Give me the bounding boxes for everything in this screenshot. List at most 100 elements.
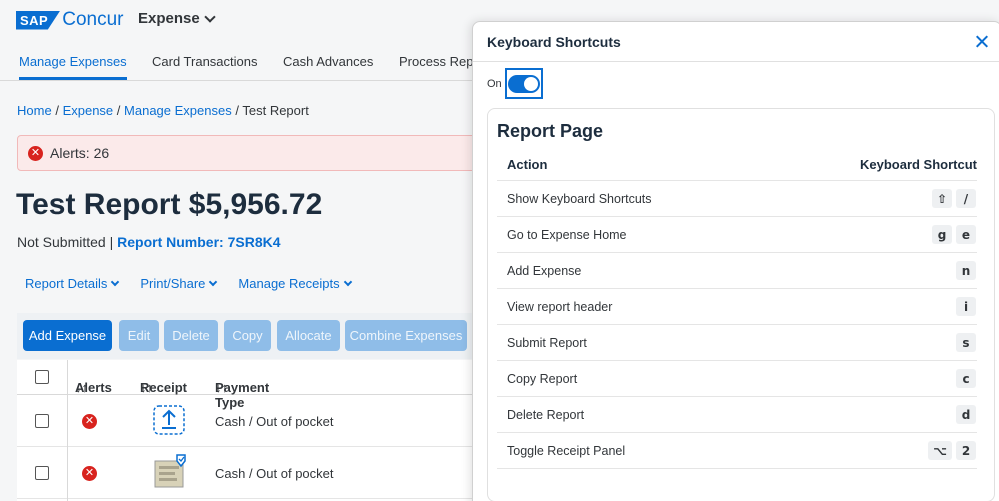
breadcrumb-expense[interactable]: Expense (63, 103, 114, 118)
shortcut-keys: s (956, 333, 976, 352)
shortcut-row: Submit Report s (497, 325, 977, 361)
shortcut-row: Toggle Receipt Panel ⌥ 2 (497, 433, 977, 469)
breadcrumb: Home / Expense / Manage Expenses / Test … (17, 103, 309, 118)
shortcut-key: / (956, 189, 976, 208)
combine-expenses-button[interactable]: Combine Expenses (345, 320, 467, 351)
shortcut-table-header: Action Keyboard Shortcut (497, 155, 977, 181)
table-row[interactable]: ✕ Cash / Out of pocket (17, 447, 487, 499)
shortcut-keys: i (956, 297, 976, 316)
sap-concur-logo[interactable]: SAP Concur (16, 9, 123, 31)
alerts-banner[interactable]: ✕ Alerts: 26 (17, 135, 487, 171)
receipt-thumbnail-icon[interactable] (153, 453, 189, 489)
manage-receipts-menu[interactable]: Manage Receipts (238, 276, 352, 291)
breadcrumb-home[interactable]: Home (17, 103, 52, 118)
nav-manage-expenses[interactable]: Manage Expenses (19, 44, 127, 80)
report-menus: Report Details Print/Share Manage Receip… (25, 276, 352, 291)
shortcut-action: View report header (507, 300, 613, 314)
report-page-panel: Report Page Action Keyboard Shortcut Sho… (487, 108, 995, 501)
alerts-count: Alerts: 26 (50, 145, 110, 161)
chevron-down-icon (209, 277, 218, 287)
allocate-button[interactable]: Allocate (277, 320, 340, 351)
expense-table: Alerts ↓↑ Receipt ↓↑ Payment Type ↓↑ ✕ Cash… (17, 360, 487, 501)
toggle-track (507, 74, 540, 93)
copy-button[interactable]: Copy (224, 320, 271, 351)
edit-button[interactable]: Edit (119, 320, 159, 351)
nav-card-transactions[interactable]: Card Transactions (152, 44, 258, 80)
chevron-down-icon (204, 10, 216, 23)
col-keyboard-shortcut: Keyboard Shortcut (859, 157, 977, 172)
delete-button[interactable]: Delete (164, 320, 218, 351)
breadcrumb-manage-expenses[interactable]: Manage Expenses (124, 103, 232, 118)
shortcut-key: c (956, 369, 976, 388)
shortcut-keys: ⇧ / (931, 189, 976, 208)
shortcut-key: 2 (956, 441, 976, 460)
print-share-label: Print/Share (140, 276, 206, 291)
report-details-menu[interactable]: Report Details (25, 276, 120, 291)
shortcut-row: Show Keyboard Shortcuts ⇧ / (497, 181, 977, 217)
print-share-menu[interactable]: Print/Share (140, 276, 218, 291)
error-icon: ✕ (28, 145, 43, 161)
col-action: Action (507, 157, 548, 172)
logo-sap-text: SAP (16, 10, 61, 30)
section-title: Report Page (497, 121, 604, 141)
nav-process-reports[interactable]: Process Repo (399, 44, 481, 80)
breadcrumb-current: Test Report (242, 103, 309, 118)
shortcut-row: View report header i (497, 289, 977, 325)
breadcrumb-separator: / (235, 103, 239, 118)
payment-type-cell: Cash / Out of pocket (215, 414, 334, 429)
keyboard-shortcuts-dialog: Keyboard Shortcuts On Report Page Action… (472, 21, 999, 501)
row-checkbox[interactable] (35, 466, 49, 480)
chevron-down-icon (343, 277, 352, 287)
shortcut-action: Show Keyboard Shortcuts (507, 192, 652, 206)
error-icon[interactable]: ✕ (82, 466, 97, 481)
shortcut-action: Toggle Receipt Panel (507, 444, 626, 458)
sort-icon: ↓↑ (75, 380, 88, 395)
shortcuts-toggle-group: On (487, 68, 543, 99)
expense-toolbar: Add Expense Edit Delete Copy Allocate Co… (17, 313, 487, 359)
shortcut-keys: d (956, 405, 976, 424)
shortcut-action: Go to Expense Home (507, 228, 627, 242)
sort-icon: ↓↑ (215, 380, 228, 395)
shortcut-action: Delete Report (507, 408, 585, 422)
shortcut-row: Go to Expense Home g e (497, 217, 977, 253)
report-title: Test Report $5,956.72 (16, 188, 323, 221)
report-status: Not Submitted | Report Number: 7SR8K4 (17, 234, 281, 250)
table-row[interactable]: ✕ Cash / Out of pocket (17, 395, 487, 447)
option-key-icon: ⌥ (928, 441, 952, 460)
sort-icon: ↓↑ (140, 380, 153, 395)
module-switcher[interactable]: Expense (138, 10, 216, 27)
close-icon[interactable] (971, 31, 993, 53)
upload-receipt-icon[interactable] (153, 405, 185, 435)
shortcuts-toggle[interactable] (504, 68, 543, 99)
shortcut-action: Submit Report (507, 336, 587, 350)
shortcut-row: Add Expense n (497, 253, 977, 289)
nav-cash-advances[interactable]: Cash Advances (283, 44, 373, 80)
shortcut-key: s (956, 333, 976, 352)
error-icon[interactable]: ✕ (82, 414, 97, 429)
shortcut-keys: c (956, 369, 976, 388)
shortcut-row: Delete Report d (497, 397, 977, 433)
shortcut-keys: n (956, 261, 976, 280)
add-expense-button[interactable]: Add Expense (23, 320, 112, 351)
breadcrumb-separator: / (55, 103, 59, 118)
logo-concur-text: Concur (62, 9, 124, 30)
module-label: Expense (138, 10, 200, 27)
table-header: Alerts ↓↑ Receipt ↓↑ Payment Type ↓↑ (17, 360, 487, 410)
payment-type-cell: Cash / Out of pocket (215, 466, 334, 481)
shortcut-keys: g e (932, 225, 976, 244)
dialog-title: Keyboard Shortcuts (487, 34, 621, 50)
report-status-text: Not Submitted | (17, 234, 114, 250)
shift-key-icon: ⇧ (931, 189, 952, 208)
shortcut-key: i (956, 297, 976, 316)
select-all-checkbox[interactable] (35, 370, 49, 384)
chevron-down-icon (111, 277, 120, 287)
shortcut-row: Copy Report c (497, 361, 977, 397)
row-checkbox[interactable] (35, 414, 49, 428)
toggle-knob (523, 76, 538, 91)
report-number: Report Number: 7SR8K4 (117, 234, 281, 250)
report-details-label: Report Details (25, 276, 108, 291)
dialog-header: Keyboard Shortcuts (473, 22, 999, 62)
toggle-label: On (487, 77, 502, 90)
manage-receipts-label: Manage Receipts (238, 276, 340, 291)
shortcut-key: e (956, 225, 976, 244)
